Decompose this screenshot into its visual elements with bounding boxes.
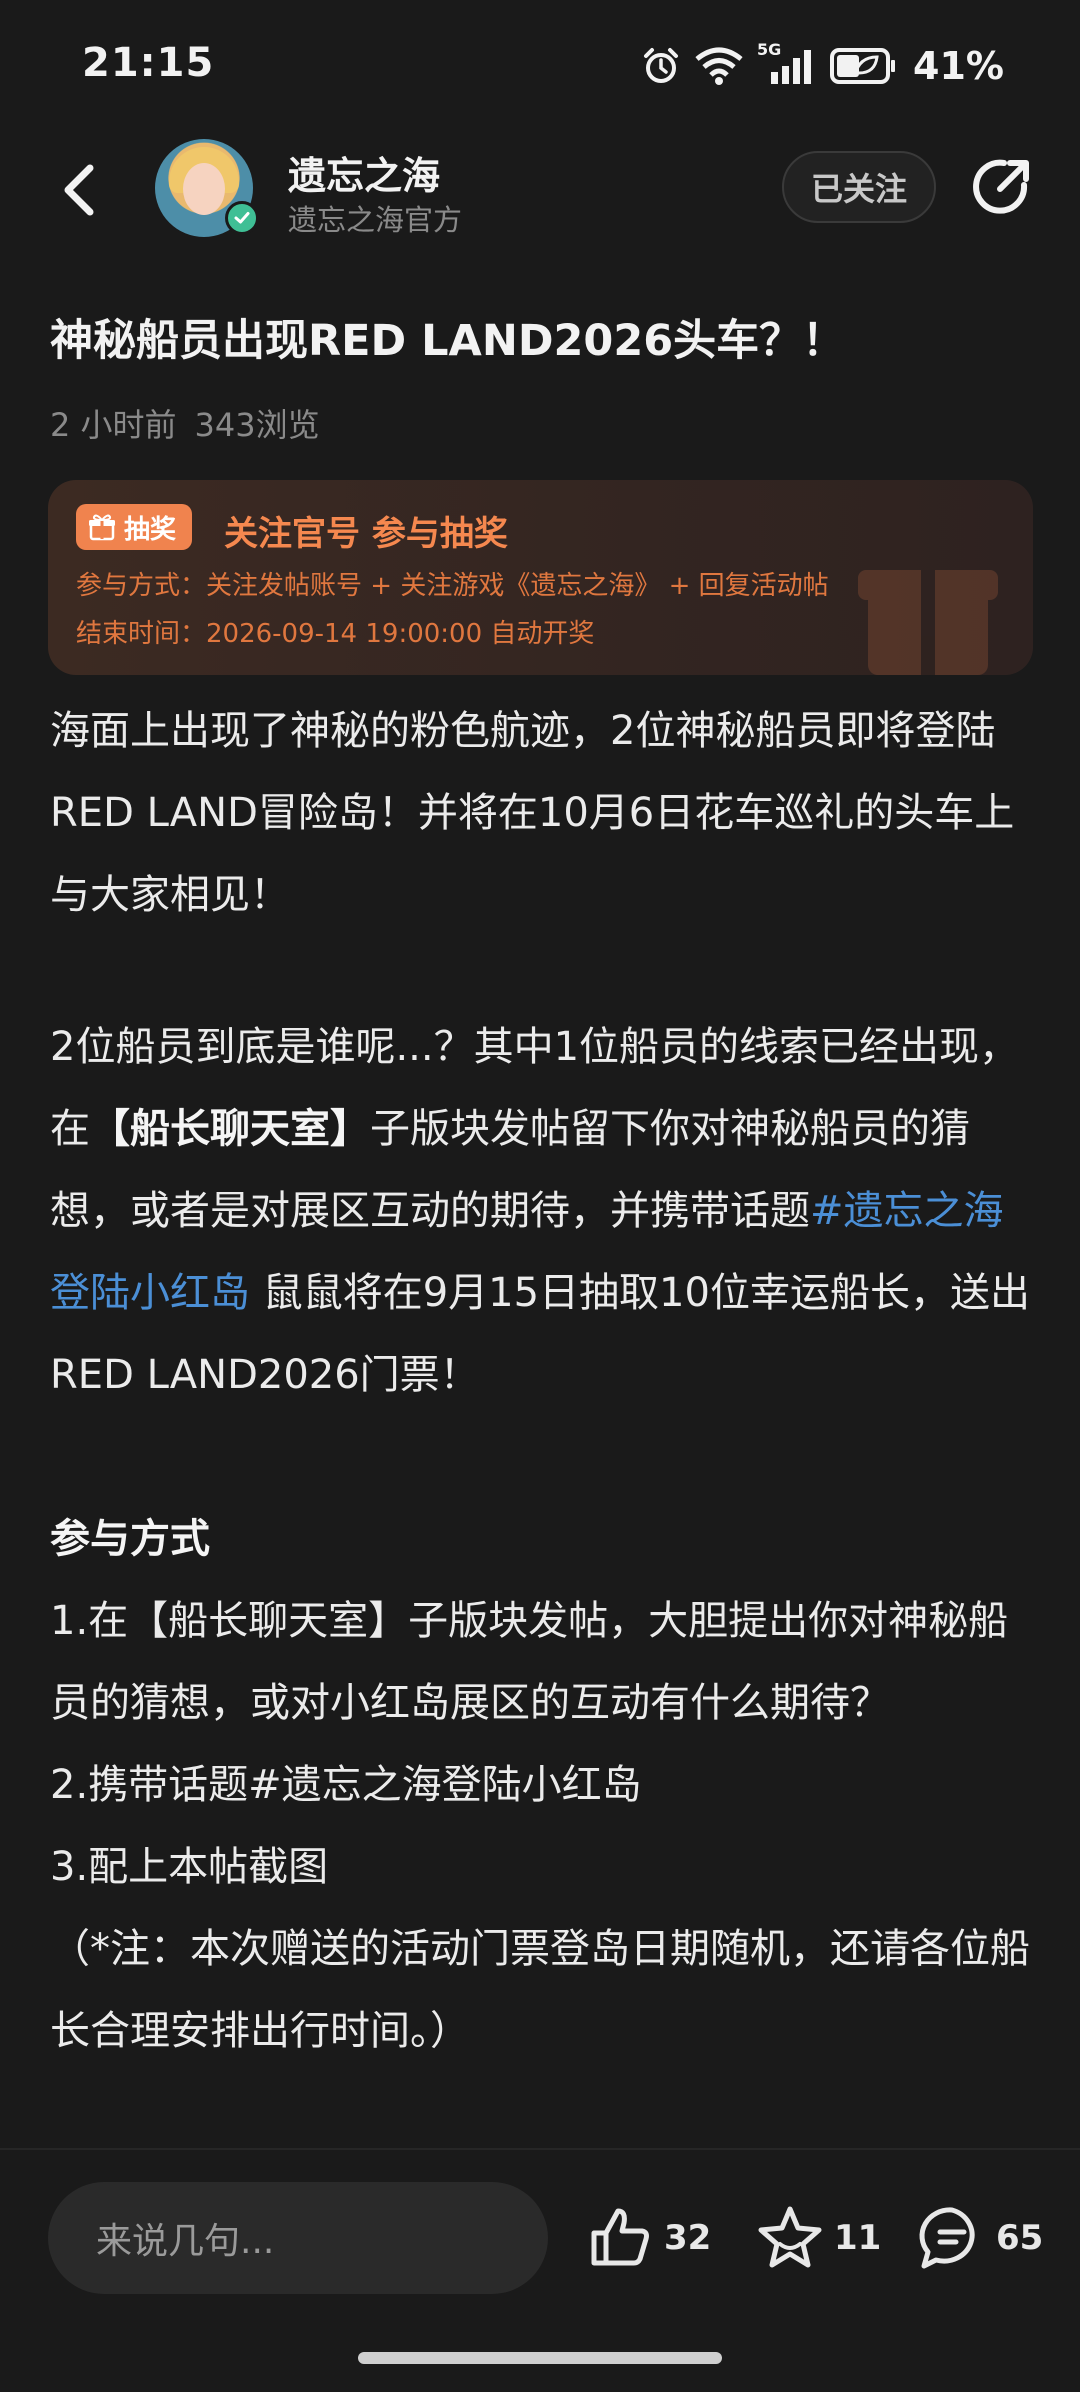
post-body: 海面上出现了神秘的粉色航迹，2位神秘船员即将登陆RED LAND冒险岛！并将在1… xyxy=(50,690,1035,2072)
like-count: 32 xyxy=(664,2218,712,2258)
comment-count: 65 xyxy=(996,2218,1044,2258)
lottery-badge-label: 抽奖 xyxy=(124,514,177,545)
post-time: 2 小时前 xyxy=(50,406,177,444)
back-arrow-icon xyxy=(64,164,94,216)
note: （*注：本次赠送的活动门票登岛日期随机，还请各位船长合理安排出行时间。） xyxy=(50,1926,1030,2054)
thumbs-up-icon xyxy=(591,2208,649,2266)
gift-watermark-icon xyxy=(858,570,998,675)
comment-button[interactable]: 65 xyxy=(918,2200,1043,2276)
post-header: 遗忘之海 遗忘之海官方 已关注 xyxy=(0,135,1080,245)
bottom-divider xyxy=(0,2148,1080,2150)
lottery-end-time: 结束时间：2026-09-14 19:00:00 自动开奖 xyxy=(76,619,595,649)
post-meta: 2 小时前 343浏览 xyxy=(50,400,320,446)
lottery-card[interactable]: 抽奖 关注官号 参与抽奖 参与方式：关注发帖账号 + 关注游戏《遗忘之海》 + … xyxy=(48,480,1033,675)
account-name[interactable]: 遗忘之海 xyxy=(288,145,440,200)
share-icon xyxy=(973,159,1029,214)
wifi-icon xyxy=(695,47,743,85)
battery-saver-icon xyxy=(830,48,896,84)
battery-percent: 41% xyxy=(913,44,1004,88)
body-paragraph-2: 2位船员到底是谁呢...？其中1位船员的线索已经出现，在【船长聊天室】子版块发帖… xyxy=(50,1024,1030,1398)
favorite-button[interactable]: 11 xyxy=(756,2200,881,2276)
sub-forum-name: 【船长聊天室】 xyxy=(90,1106,370,1152)
gift-icon xyxy=(89,514,115,541)
section-heading: 参与方式 xyxy=(50,1516,210,1562)
star-icon xyxy=(758,2206,822,2268)
step-3: 3.配上本帖截图 xyxy=(50,1844,329,1890)
comment-bubble-icon xyxy=(919,2207,975,2269)
favorite-count: 11 xyxy=(834,2218,882,2258)
body-paragraph-1: 海面上出现了神秘的粉色航迹，2位神秘船员即将登陆RED LAND冒险岛！并将在1… xyxy=(50,708,1015,918)
verified-badge-icon xyxy=(225,201,259,235)
lottery-heading: 关注官号 参与抽奖 xyxy=(224,514,508,554)
follow-button[interactable]: 已关注 xyxy=(782,151,936,223)
step-2: 2.携带话题#遗忘之海登陆小红岛 xyxy=(50,1762,642,1808)
status-bar: 21:15 5G 41% xyxy=(0,0,1080,135)
lottery-badge: 抽奖 xyxy=(76,504,193,550)
alarm-icon xyxy=(644,48,679,83)
status-icons: 5G 41% xyxy=(641,40,1004,88)
status-time: 21:15 xyxy=(82,40,215,86)
back-button[interactable] xyxy=(50,155,110,225)
cellular-signal-icon: 5G xyxy=(757,40,815,86)
post-views: 343浏览 xyxy=(194,406,320,444)
post-title: 神秘船员出现RED LAND2026头车？！ xyxy=(50,316,846,366)
like-button[interactable]: 32 xyxy=(588,2200,711,2276)
lottery-method: 参与方式：关注发帖账号 + 关注游戏《遗忘之海》 + 回复活动帖 xyxy=(76,571,829,601)
account-subtitle: 遗忘之海官方 xyxy=(288,203,463,237)
step-1: 1.在【船长聊天室】子版块发帖，大胆提出你对神秘船员的猜想，或对小红岛展区的互动… xyxy=(50,1598,1009,1726)
account-avatar[interactable] xyxy=(155,139,259,237)
share-button[interactable] xyxy=(968,153,1036,221)
comment-input[interactable]: 来说几句... xyxy=(48,2182,548,2294)
home-indicator[interactable] xyxy=(358,2352,722,2364)
